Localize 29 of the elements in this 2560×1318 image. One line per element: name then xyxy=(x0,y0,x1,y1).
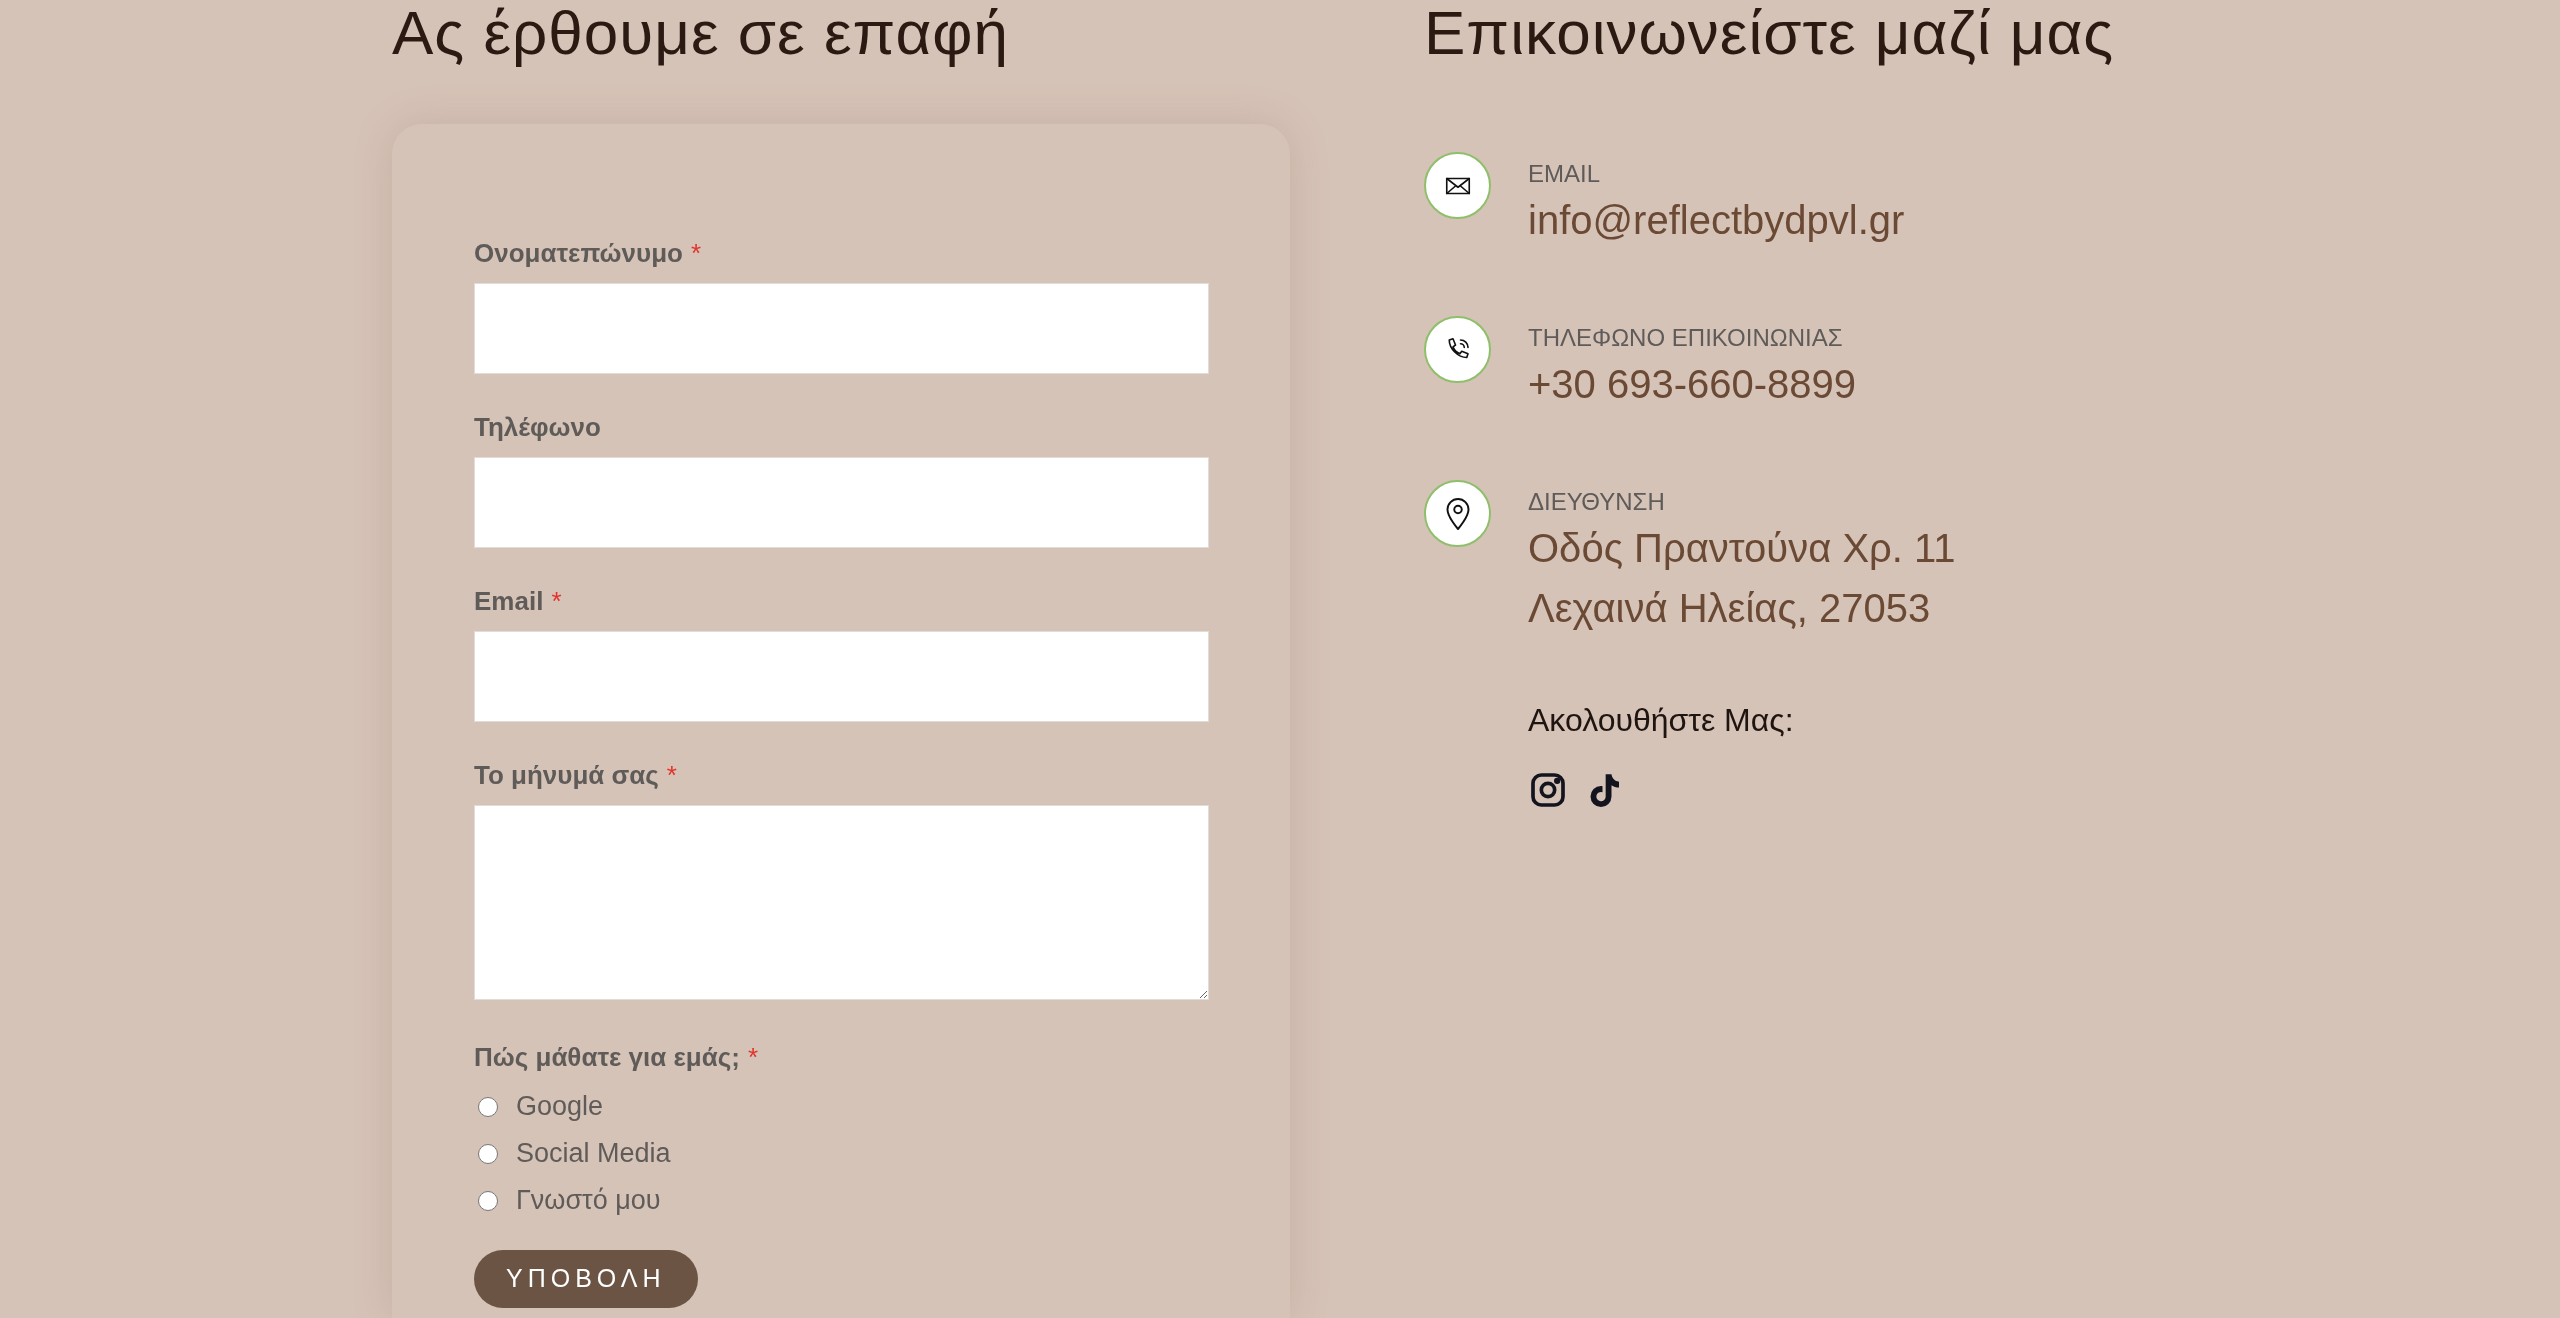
field-label: Το μήνυμά σας xyxy=(474,759,659,792)
field-label: Email xyxy=(474,585,544,618)
contact-value: +30 693-660-8899 xyxy=(1528,361,1857,408)
contact-label: EMAIL xyxy=(1528,160,1602,188)
contact-value: Οδός Πραντούνα Χρ. 11 xyxy=(1528,525,1956,572)
section-heading: Επικοινωνείστε μαζί μας xyxy=(1424,2,2115,64)
question-label: Πώς μάθατε για εμάς; xyxy=(474,1041,740,1074)
field-label: Ονοματεπώνυμο xyxy=(474,237,683,270)
follow-label: Ακολουθήστε Μας: xyxy=(1528,701,1795,740)
contact-value: info@reflectbydpvl.gr xyxy=(1528,197,1905,244)
required-mark: * xyxy=(666,759,677,792)
option-label: Social Media xyxy=(516,1137,671,1171)
field-label: Τηλέφωνο xyxy=(474,411,601,444)
contact-label: ΤΗΛΕΦΩΝΟ ΕΠΙΚΟΙΝΩΝΙΑΣ xyxy=(1528,324,1844,352)
submit-button[interactable]: ΥΠΟΒΟΛΗ xyxy=(474,1250,698,1308)
contact-value: Λεχαινά Ηλείας, 27053 xyxy=(1528,585,1932,632)
option-label: Γνωστό μου xyxy=(516,1184,661,1218)
required-mark: * xyxy=(690,237,702,270)
radio-button[interactable] xyxy=(478,1096,498,1117)
input-field[interactable] xyxy=(474,283,1209,374)
contact-label: ΔΙΕΥΘΥΝΣΗ xyxy=(1528,488,1666,516)
input-field[interactable] xyxy=(474,457,1209,548)
required-mark: * xyxy=(551,585,562,618)
required-mark: * xyxy=(747,1041,758,1074)
radio-button[interactable] xyxy=(478,1143,498,1164)
input-field[interactable] xyxy=(474,631,1209,722)
option-label: Google xyxy=(516,1090,604,1124)
message-field[interactable] xyxy=(474,805,1209,1000)
radio-button[interactable] xyxy=(478,1190,498,1211)
